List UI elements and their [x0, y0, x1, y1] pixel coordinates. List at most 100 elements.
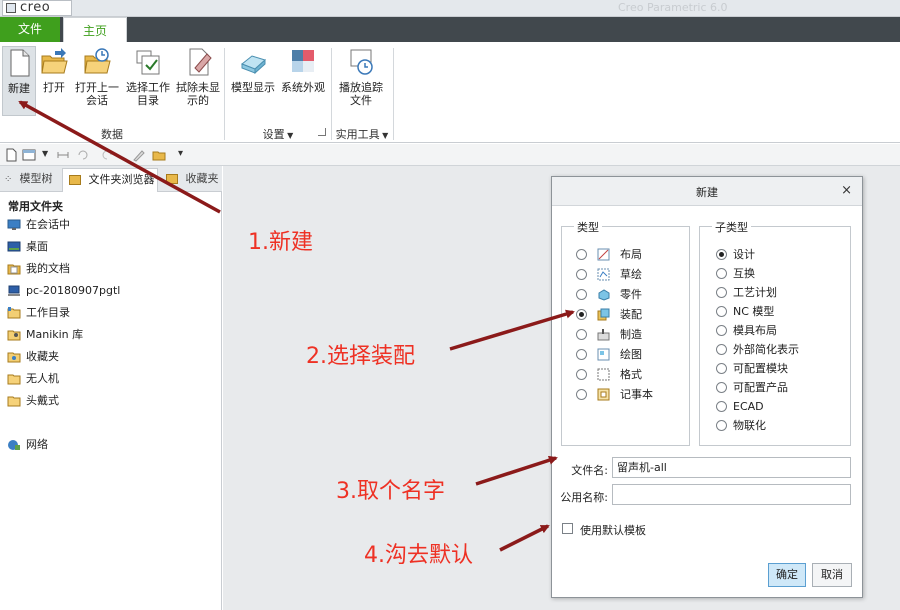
radio-button[interactable] — [716, 267, 727, 279]
subtype-option-mold-layout[interactable]: 模具布局 — [716, 321, 777, 339]
tab-folder-browser[interactable]: 文件夹浏览器 — [62, 168, 158, 192]
select-working-directory-label-1: 选择工作 — [126, 81, 170, 94]
model-display-button[interactable]: 模型显示 — [228, 46, 278, 116]
folder-browser-icon — [69, 175, 81, 185]
type-option-assembly[interactable]: 装配 — [576, 305, 642, 323]
notebook-icon — [597, 388, 610, 400]
subtype-label: NC 模型 — [733, 305, 775, 318]
tab-file[interactable]: 文件 — [0, 17, 60, 42]
cancel-button[interactable]: 取消 — [812, 563, 852, 587]
tab-model-tree[interactable]: ⁘ 模型树 — [4, 168, 60, 192]
subtype-label: 设计 — [733, 248, 755, 261]
group-label-utilities[interactable]: 实用工具 ▼ — [332, 126, 392, 142]
common-name-input[interactable] — [612, 484, 851, 505]
tab-favorites[interactable]: 收藏夹 — [162, 168, 220, 192]
erase-not-displayed-button[interactable]: 拭除未显 示的 — [174, 46, 222, 116]
navigator-tabs: ⁘ 模型树 文件夹浏览器 收藏夹 — [0, 166, 222, 192]
folder-item-favorites[interactable]: 收藏夹 — [7, 348, 59, 366]
folder-item-desktop[interactable]: 桌面 — [7, 238, 48, 256]
subtype-option-process-plan[interactable]: 工艺计划 — [716, 283, 777, 301]
folder-item-headset[interactable]: 头戴式 — [7, 392, 59, 410]
radio-button[interactable] — [716, 362, 727, 374]
type-label: 制造 — [620, 328, 642, 341]
radio-button[interactable] — [576, 268, 587, 280]
app-logo[interactable]: creo — [2, 0, 72, 16]
pencil-icon[interactable] — [132, 148, 146, 162]
drawing-icon — [597, 348, 610, 360]
filename-input[interactable]: 留声机-all — [612, 457, 851, 478]
new-file-icon[interactable] — [4, 148, 18, 162]
filename-label: 文件名: — [571, 464, 608, 477]
use-default-template-checkbox[interactable] — [562, 523, 573, 534]
dropdown-arrow-icon: ▼ — [284, 131, 294, 140]
folder-item-my-documents[interactable]: 我的文档 — [7, 260, 70, 278]
type-option-notebook[interactable]: 记事本 — [576, 385, 653, 403]
use-default-template-label[interactable]: 使用默认模板 — [580, 522, 646, 538]
radio-button[interactable] — [576, 348, 587, 360]
tab-model-tree-label: 模型树 — [19, 172, 53, 185]
subtype-option-external-simplified[interactable]: 外部简化表示 — [716, 340, 799, 358]
radio-button[interactable] — [576, 288, 587, 300]
type-option-layout[interactable]: 布局 — [576, 245, 642, 263]
subtype-option-nc-model[interactable]: NC 模型 — [716, 302, 774, 320]
subtype-label: 工艺计划 — [733, 286, 777, 299]
regenerate-icon[interactable] — [56, 148, 70, 162]
radio-button-selected[interactable] — [576, 308, 587, 320]
select-working-directory-button[interactable]: 选择工作 目录 — [124, 46, 172, 116]
window-icon[interactable] — [22, 148, 36, 162]
radio-button[interactable] — [716, 286, 727, 298]
folder-icon[interactable] — [152, 148, 166, 162]
type-option-manufacturing[interactable]: 制造 — [576, 325, 642, 343]
folder-item-computer[interactable]: pc-20180907pgtl — [7, 282, 120, 300]
type-option-drawing[interactable]: 绘图 — [576, 345, 642, 363]
folder-item-in-session[interactable]: 在会话中 — [7, 216, 70, 234]
radio-button[interactable] — [716, 381, 727, 393]
type-option-sketch[interactable]: 草绘 — [576, 265, 642, 283]
tab-home[interactable]: 主页 — [63, 17, 127, 43]
play-trail-icon — [350, 49, 373, 75]
group-label-settings[interactable]: 设置 ▼ — [226, 126, 330, 142]
model-tree-icon: ⁘ — [4, 174, 13, 185]
close-icon[interactable]: × — [841, 183, 852, 198]
radio-button[interactable] — [716, 343, 727, 355]
folder-item-working-directory[interactable]: 工作目录 — [7, 304, 70, 322]
subtype-label: 外部简化表示 — [733, 343, 799, 356]
system-appearance-button[interactable]: 系统外观 — [280, 46, 326, 116]
radio-button[interactable] — [716, 400, 727, 412]
network-icon — [8, 440, 20, 450]
subtype-option-design[interactable]: 设计 — [716, 245, 755, 263]
folder-item-manikin-library[interactable]: Manikin 库 — [7, 326, 83, 344]
radio-button[interactable] — [576, 248, 587, 260]
subtype-option-interchange[interactable]: 互换 — [716, 264, 755, 282]
undo-icon[interactable] — [76, 148, 90, 162]
type-label: 记事本 — [620, 388, 653, 401]
folder-item-network[interactable]: 网络 — [7, 436, 48, 454]
open-last-session-button[interactable]: 打开上一 会话 — [72, 46, 122, 116]
redo-icon[interactable] — [100, 148, 114, 162]
open-button[interactable]: 打开 — [38, 46, 70, 116]
open-last-session-label-2: 会话 — [86, 94, 108, 107]
dialog-launcher-icon[interactable] — [318, 128, 326, 136]
folder-item-drone[interactable]: 无人机 — [7, 370, 59, 388]
radio-button[interactable] — [576, 368, 587, 380]
subtype-option-configurable-module[interactable]: 可配置模块 — [716, 359, 788, 377]
radio-button-selected[interactable] — [716, 248, 727, 260]
ok-button[interactable]: 确定 — [768, 563, 806, 587]
subtype-option-ecad[interactable]: ECAD — [716, 397, 764, 415]
chevron-down-icon[interactable]: ▼ — [42, 149, 48, 158]
type-option-format[interactable]: 格式 — [576, 365, 642, 383]
type-option-part[interactable]: 零件 — [576, 285, 642, 303]
subtype-option-iot[interactable]: 物联化 — [716, 416, 766, 434]
play-trail-file-button[interactable]: 播放追踪 文件 — [336, 46, 386, 116]
radio-button[interactable] — [716, 419, 727, 431]
part-icon — [598, 288, 610, 301]
radio-button[interactable] — [716, 324, 727, 336]
radio-button[interactable] — [576, 388, 587, 400]
type-label: 装配 — [620, 308, 642, 321]
new-button[interactable]: 新建 — [2, 46, 36, 116]
subtype-option-configurable-product[interactable]: 可配置产品 — [716, 378, 788, 396]
manikin-icon — [7, 330, 21, 341]
customize-toolbar-icon[interactable]: ▾ — [178, 148, 183, 159]
radio-button[interactable] — [576, 328, 587, 340]
radio-button[interactable] — [716, 305, 727, 317]
